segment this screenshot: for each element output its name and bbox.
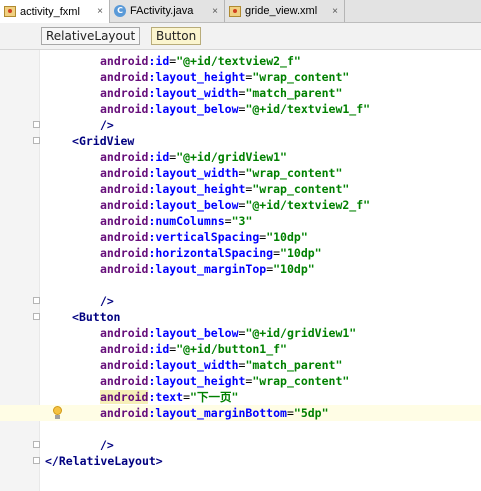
tab-label: gride_view.xml [245,5,318,17]
code-line: /> [0,437,481,453]
tab-activity-fxml[interactable]: activity_fxml × [0,0,110,23]
code-line: android:layout_below="@+id/textview1_f" [100,102,371,116]
fold-start-icon[interactable] [33,313,40,320]
code-line: android:layout_height="wrap_content" [100,374,350,388]
breadcrumb-button[interactable]: Button [151,27,202,45]
code-line: <GridView [0,133,481,149]
code-line: <Button [0,309,481,325]
fold-end-icon[interactable] [33,457,40,464]
breadcrumb-relativelayout[interactable]: RelativeLayout [41,27,141,45]
xml-file-icon [229,5,241,17]
code-line: android:text="下一页" [100,390,239,404]
code-line: android:layout_width="wrap_content" [100,166,343,180]
code-line: android:layout_marginTop="10dp" [100,262,315,276]
tab-label: activity_fxml [20,5,80,18]
close-icon[interactable]: × [332,6,338,17]
fold-end-icon[interactable] [33,441,40,448]
code-line: android:id="@+id/button1_f" [100,342,287,356]
breadcrumb: RelativeLayout Button [0,23,481,50]
close-icon[interactable]: × [212,6,218,17]
close-icon[interactable]: × [97,6,103,17]
code-line: /> [0,293,481,309]
fold-end-icon[interactable] [33,121,40,128]
code-line: </RelativeLayout> [0,453,481,469]
code-line: android:layout_width="match_parent" [100,358,343,372]
code-line: android:id="@+id/textview2_f" [100,54,301,68]
code-line: android:layout_height="wrap_content" [100,182,350,196]
tab-gride-view-xml[interactable]: gride_view.xml × [225,0,345,22]
xml-file-icon [4,6,16,17]
lightbulb-icon[interactable] [52,406,63,420]
code-line: android:numColumns="3" [100,214,253,228]
code-line: android:horizontalSpacing="10dp" [100,246,322,260]
code-line: android:layout_height="wrap_content" [100,70,350,84]
fold-end-icon[interactable] [33,297,40,304]
tab-label: FActivity.java [130,5,194,17]
editor-tab-bar: activity_fxml × C FActivity.java × gride… [0,0,481,23]
tab-factivity-java[interactable]: C FActivity.java × [110,0,225,22]
code-line: android:layout_below="@+id/textview2_f" [100,198,371,212]
current-code-line: android:layout_marginBottom="5dp" [0,405,481,421]
code-line: android:verticalSpacing="10dp" [100,230,308,244]
fold-start-icon[interactable] [33,137,40,144]
code-line: /> [0,117,481,133]
code-editor[interactable]: android:id="@+id/textview2_f" android:la… [0,50,481,491]
java-class-icon: C [114,5,126,17]
code-line: android:layout_below="@+id/gridView1" [100,326,357,340]
code-line: android:layout_width="match_parent" [100,86,343,100]
code-line: android:id="@+id/gridView1" [100,150,287,164]
